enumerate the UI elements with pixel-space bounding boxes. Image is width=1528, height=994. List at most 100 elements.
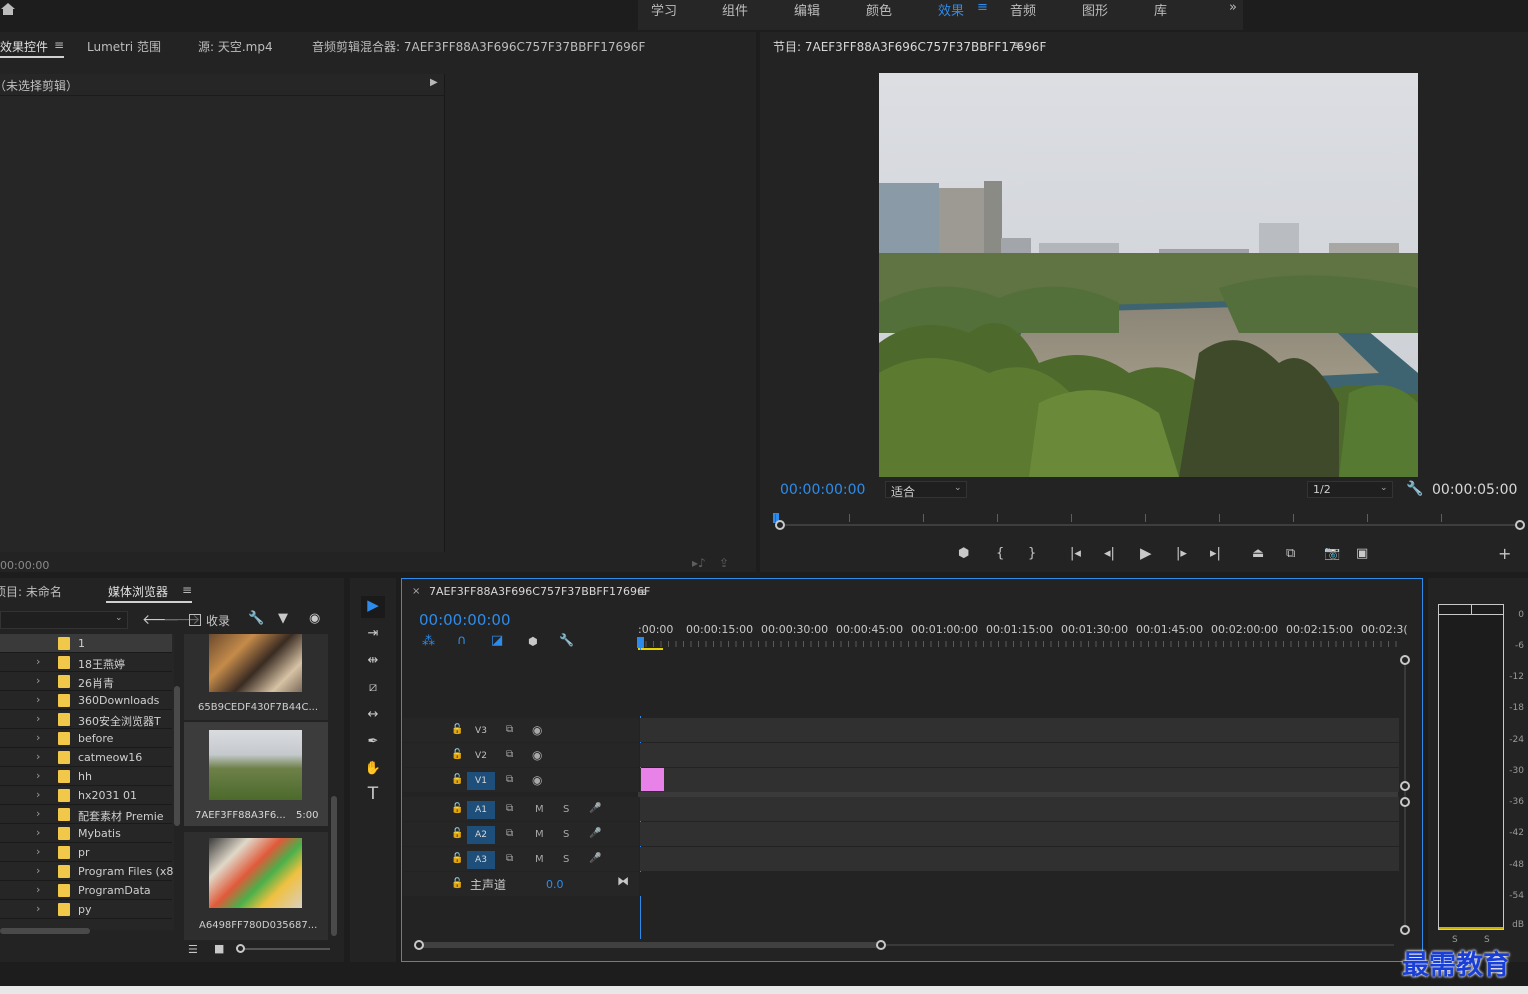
timeline-vscrollbar[interactable] [1398,655,1412,935]
add-button-icon[interactable]: + [1498,546,1511,562]
home-icon[interactable] [0,2,16,16]
close-sequence-icon[interactable]: × [412,586,420,597]
razor-tool-icon[interactable]: ⧄ [362,680,384,696]
thumbnail-scrollbar[interactable] [331,796,337,936]
chevron-right-icon[interactable]: › [36,712,40,725]
tab-effect-controls[interactable]: 效果控件 [0,38,48,55]
tab-source-monitor[interactable]: 源: 天空.mp4 [198,38,273,55]
chevron-right-icon[interactable]: › [36,731,40,744]
media-thumbnail[interactable]: 65B9CEDF430F7B44C... [184,634,328,720]
sync-lock-icon[interactable]: ⧉ [506,803,513,814]
icon-view-icon[interactable]: ■ [214,942,224,955]
mark-out-icon[interactable]: } [1028,546,1036,562]
workspace-tab-color[interactable]: 颜色 [866,0,892,19]
lock-icon[interactable]: 🔓 [451,774,463,785]
chevron-right-icon[interactable]: › [36,750,40,763]
folder-row[interactable]: › 360Downloads [0,691,172,710]
lock-icon[interactable]: 🔓 [451,749,463,760]
program-monitor-menu-icon[interactable]: ≡ [1013,38,1023,52]
program-monitor-title[interactable]: 节目: 7AEF3FF88A3F696C757F37BBFF17696F [773,38,1046,55]
lock-icon[interactable]: 🔓 [451,828,463,839]
list-view-icon[interactable]: ☰ [188,943,198,956]
track-body[interactable] [640,743,1399,767]
chevron-right-icon[interactable]: › [36,902,40,915]
eye-icon[interactable]: ◉ [532,748,542,762]
monitor-time-ruler[interactable] [773,510,1525,530]
chevron-right-icon[interactable]: › [36,655,40,668]
folder-row[interactable]: › catmeow16 [0,748,172,767]
microphone-icon[interactable]: 🎤 [589,803,601,814]
chevron-right-icon[interactable]: › [36,864,40,877]
hscroll-handle-right[interactable] [876,940,886,950]
sync-lock-icon[interactable]: ⧉ [506,828,513,839]
folder-row[interactable]: › Program Files (x86 [0,862,174,881]
folder-row[interactable]: › before [0,729,172,748]
master-volume-value[interactable]: 0.0 [546,878,564,891]
chevron-right-icon[interactable]: › [36,807,40,820]
microphone-icon[interactable]: 🎤 [589,853,601,864]
mute-button[interactable]: M [535,854,544,865]
sequence-menu-icon[interactable]: ≡ [637,585,647,599]
sync-lock-icon[interactable]: ⧉ [506,774,513,785]
folder-row[interactable]: › py [0,900,172,919]
play-icon[interactable]: ▶ [1140,545,1152,561]
type-tool-icon[interactable]: T [362,786,384,803]
workspace-tab-effects-menu-icon[interactable]: ≡ [977,0,988,16]
chevron-right-icon[interactable]: › [36,769,40,782]
vscroll-handle-bottom[interactable] [1400,925,1410,935]
timeline-current-time[interactable]: 00:00:00:00 [419,611,511,629]
step-back-icon[interactable]: ◂| [1104,546,1115,562]
track-label[interactable]: V2 [467,747,495,765]
view-eye-icon[interactable]: ◉ [309,611,320,626]
hand-tool-icon[interactable]: ✋ [362,761,384,777]
folder-tree-hscrollbar[interactable] [0,928,90,934]
fit-dropdown[interactable]: 适合 ⌄ [885,481,967,499]
monitor-zoom-handle-right[interactable] [1515,520,1525,530]
chevron-right-icon[interactable]: › [36,883,40,896]
track-label[interactable]: V1 [467,772,495,790]
slip-tool-icon[interactable]: ↔ [362,707,384,723]
zoom-slider[interactable] [236,944,330,953]
filter-clip-icon[interactable]: ▸♪ [692,556,706,570]
lock-icon[interactable]: 🔓 [451,853,463,864]
track-body[interactable] [640,847,1399,871]
mute-button[interactable]: M [535,804,544,815]
folder-row[interactable]: › pr [0,843,172,862]
tab-audio-clip-mixer[interactable]: 音频剪辑混合器: 7AEF3FF88A3F696C757F37BBFF17696… [312,38,645,55]
track-body[interactable] [640,797,1399,821]
media-thumbnail[interactable]: A6498FF780D035687... [184,832,328,940]
eye-icon[interactable]: ◉ [532,723,542,737]
tab-effect-controls-menu-icon[interactable]: ≡ [54,38,64,52]
sequence-tab[interactable]: 7AEF3FF88A3F696C757F37BBFF17696F [429,585,650,598]
pen-tool-icon[interactable]: ✒ [362,734,384,750]
folder-row[interactable]: › Mybatis [0,824,172,843]
location-dropdown[interactable]: ⌄ [0,611,128,629]
program-video-frame[interactable] [879,73,1418,477]
filter-icon[interactable]: ▼ [278,611,288,626]
vscroll-handle-mid2[interactable] [1400,797,1410,807]
add-marker-icon[interactable]: ⬢ [958,546,969,562]
resolution-dropdown[interactable]: 1/2 ⌄ [1307,481,1393,498]
folder-tree-scrollbar[interactable] [174,686,180,826]
track-label[interactable]: V3 [467,722,495,740]
linked-selection-icon[interactable]: ◪ [491,633,503,648]
program-current-time[interactable]: 00:00:00:00 [780,482,865,498]
add-marker-timeline-icon[interactable]: ⬢ [528,635,538,648]
go-to-out-icon[interactable]: ▸| [1210,546,1221,562]
tab-media-browser[interactable]: 媒体浏览器 [108,583,168,600]
wrench-icon[interactable]: 🔧 [248,611,264,626]
microphone-icon[interactable]: 🎤 [589,828,601,839]
media-browser-menu-icon[interactable]: ≡ [182,583,192,597]
settings-wrench-icon[interactable]: 🔧 [1406,481,1423,497]
extract-icon[interactable]: ⧉ [1286,546,1295,562]
sync-lock-icon[interactable]: ⧉ [506,853,513,864]
tab-project[interactable]: 项目: 未命名 [0,583,62,600]
track-label[interactable]: A1 [467,801,495,819]
video-clip[interactable] [641,768,664,791]
workspace-tab-assembly[interactable]: 组件 [722,0,748,19]
sync-lock-icon[interactable]: ⧉ [506,724,513,735]
workspace-tab-effects[interactable]: 效果 [938,0,964,19]
export-frame-camera-icon[interactable]: 📷 [1324,546,1340,562]
chevron-right-icon[interactable]: › [36,693,40,706]
mark-in-icon[interactable]: { [996,546,1004,562]
